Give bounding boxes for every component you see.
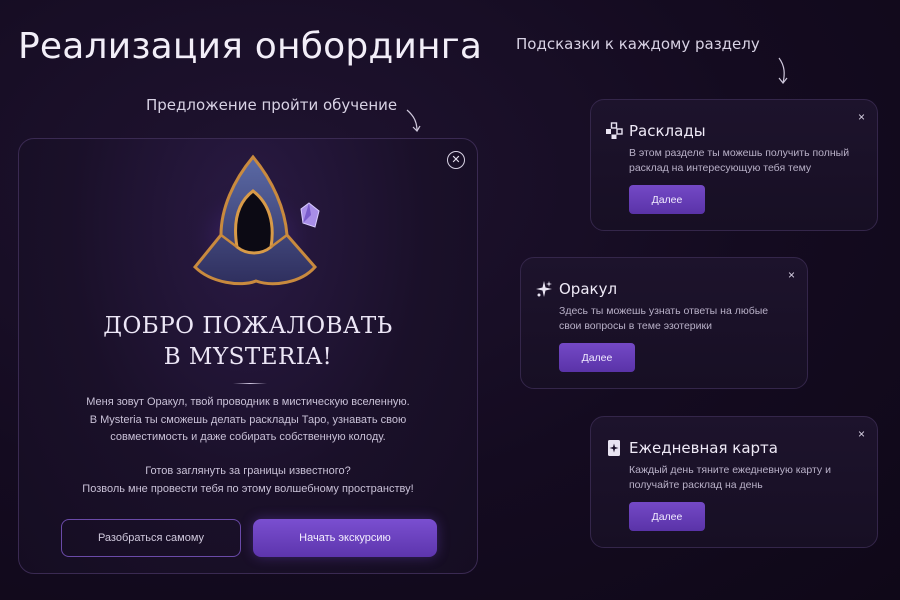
tip-card-spreads: × Расклады В этом разделе ты можешь полу…	[590, 99, 878, 231]
hooded-oracle-icon	[183, 154, 323, 289]
daily-card-icon	[608, 440, 620, 456]
spreads-icon	[606, 122, 623, 139]
close-circle-icon[interactable]: ✕	[447, 151, 465, 169]
tip-next-button[interactable]: Далее	[629, 185, 705, 214]
offer-caption: Предложение пройти обучение	[146, 96, 398, 114]
page-title: Реализация онбординга	[18, 26, 483, 67]
heading-line: ДОБРО ПОЖАЛОВАТЬ	[103, 313, 393, 339]
curved-arrow-icon	[778, 57, 788, 84]
start-tour-button[interactable]: Начать экскурсию	[253, 519, 437, 557]
tip-title: Оракул	[559, 280, 618, 298]
tip-close-button[interactable]: ×	[858, 110, 865, 124]
skip-tour-button[interactable]: Разобраться самому	[61, 519, 241, 557]
welcome-question: Готов заглянуть за границы известного? П…	[19, 463, 477, 498]
welcome-modal: ✕ ДОБРО ПОЖАЛОВАТЬ В MYSTERIA! Меня зову…	[18, 138, 478, 574]
welcome-body: Меня зовут Оракул, твой проводник в мист…	[19, 394, 477, 447]
tips-caption: Подсказки к каждому разделу	[516, 35, 760, 53]
tip-title: Расклады	[629, 122, 706, 140]
body-line: совместимость и даже собирать собственну…	[110, 431, 386, 443]
tip-title: Ежедневная карта	[629, 439, 778, 457]
body-line: В Mysteria ты сможешь делать расклады Та…	[89, 413, 407, 426]
tip-card-oracle: × Оракул Здесь ты можешь узнать ответы н…	[520, 257, 808, 389]
heading-line: В MYSTERIA!	[163, 344, 333, 370]
tip-card-daily: × Ежедневная карта Каждый день тяните еж…	[590, 416, 878, 548]
tip-close-button[interactable]: ×	[858, 427, 865, 441]
body-line: Меня зовут Оракул, твой проводник в мист…	[86, 396, 410, 408]
welcome-heading: ДОБРО ПОЖАЛОВАТЬ В MYSTERIA!	[19, 311, 477, 373]
question-line: Позволь мне провести тебя по этому волше…	[82, 482, 414, 495]
heading-divider	[233, 383, 267, 384]
tip-next-button[interactable]: Далее	[629, 502, 705, 531]
tip-close-button[interactable]: ×	[788, 268, 795, 282]
tip-text: В этом разделе ты можешь получить полный…	[629, 147, 850, 174]
tip-text: Здесь ты можешь узнать ответы на любые с…	[559, 305, 769, 332]
question-line: Готов заглянуть за границы известного?	[145, 465, 351, 477]
tip-text: Каждый день тяните ежедневную карту и по…	[629, 464, 831, 491]
curved-arrow-icon	[406, 109, 421, 132]
oracle-sparkle-icon	[536, 281, 552, 297]
tip-next-button[interactable]: Далее	[559, 343, 635, 372]
